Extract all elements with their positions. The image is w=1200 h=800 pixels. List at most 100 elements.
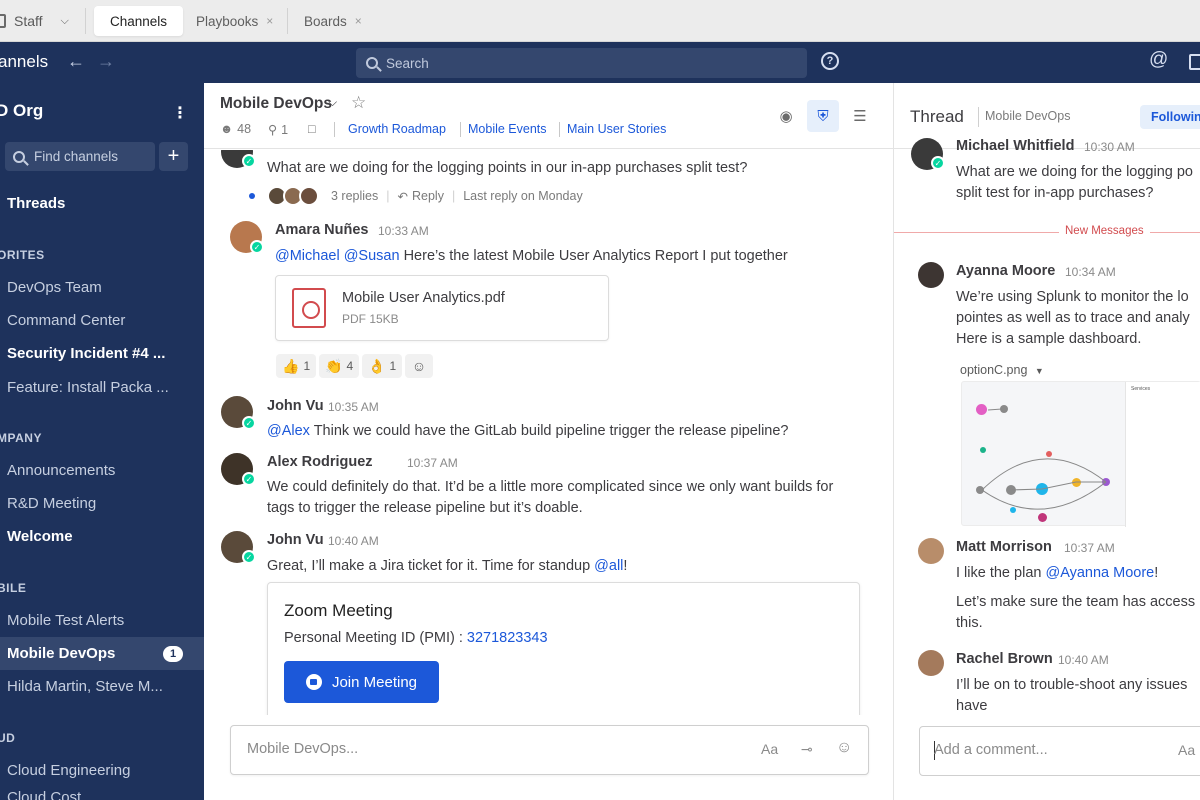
bookmark-growth-roadmap[interactable]: Growth Roadmap	[348, 122, 446, 136]
timestamp[interactable]: 10:37 AM	[1064, 541, 1115, 555]
shield-icon[interactable]: ⛨	[807, 100, 839, 132]
formatting-icon[interactable]: Aa	[761, 741, 778, 757]
back-arrow-icon[interactable]: ←	[67, 51, 85, 72]
message-text: @Alex Think we could have the GitLab bui…	[267, 423, 789, 439]
channel-header: Mobile DevOps ⌵ ☆ ☻ 48 ⚲ 1 □ Growth Roadma…	[204, 83, 894, 149]
close-icon[interactable]: ×	[355, 14, 362, 28]
username[interactable]: Ayanna Moore	[956, 263, 1055, 279]
username[interactable]: John Vu	[267, 532, 324, 548]
help-icon[interactable]: ?	[821, 52, 839, 70]
mention[interactable]: @Alex	[267, 423, 310, 439]
attachment-name[interactable]: optionC.png ▼	[960, 363, 1044, 377]
tab-playbooks[interactable]: Playbooks ×	[180, 6, 289, 36]
search-input[interactable]: Search	[356, 48, 807, 78]
thread-reply-input[interactable]: Add a comment... Aa	[919, 726, 1200, 776]
divider	[334, 122, 335, 137]
thread-channel[interactable]: Mobile DevOps	[985, 109, 1070, 123]
image-attachment[interactable]: Services	[961, 381, 1200, 527]
sidebar-item-cloud-cost[interactable]: Cloud Cost...	[0, 787, 204, 800]
mention-icon[interactable]: @	[1149, 49, 1168, 71]
chevron-down-icon[interactable]: ⌵	[328, 95, 337, 110]
pinned-count[interactable]: ⚲ 1	[268, 122, 288, 138]
reaction-clap[interactable]: 👏 4	[319, 354, 360, 378]
category-mobile[interactable]: BILE	[0, 581, 26, 595]
find-channels-input[interactable]: Find channels	[5, 142, 155, 171]
bookmark-main-user-stories[interactable]: Main User Stories	[567, 122, 666, 136]
username[interactable]: Matt Morrison	[956, 539, 1052, 555]
call-icon[interactable]: ◉	[770, 100, 802, 132]
forward-arrow-icon[interactable]: →	[97, 51, 115, 72]
file-size: PDF 15KB	[342, 312, 399, 326]
sidebar-item-mobile-test-alerts[interactable]: Mobile Test Alerts	[0, 604, 204, 637]
sidebar-item-security-incident[interactable]: Security Incident #4 ...	[0, 337, 204, 370]
caret-down-icon: ▼	[1034, 366, 1044, 376]
formatting-icon[interactable]: Aa	[1178, 742, 1195, 758]
mention[interactable]: @all	[594, 558, 623, 574]
team-switcher[interactable]: Staff ⌵	[0, 0, 69, 42]
sidebar-item-devops-team[interactable]: DevOps Team	[0, 271, 204, 304]
sidebar-item-hilda-martin[interactable]: Hilda Martin, Steve M...	[0, 670, 204, 703]
message-text: We could definitely do that. It’d be a l…	[267, 479, 834, 495]
username[interactable]: Alex Rodriguez	[267, 454, 373, 470]
avatar[interactable]	[918, 538, 944, 564]
channel-info-icon[interactable]: ☰	[844, 100, 876, 132]
emoji-icon[interactable]: ☺	[836, 739, 852, 757]
timestamp[interactable]: 10:30 AM	[1084, 140, 1135, 154]
username[interactable]: John Vu	[267, 398, 324, 414]
timestamp[interactable]: 10:40 AM	[1058, 653, 1109, 667]
timestamp[interactable]: 10:34 AM	[1065, 265, 1116, 279]
meeting-id: Personal Meeting ID (PMI) : 3271823343	[284, 630, 548, 646]
reply-link[interactable]: Reply	[412, 189, 444, 203]
thread-summary[interactable]: 3 replies | ↶ Reply | Last reply on Mond…	[249, 186, 583, 206]
timestamp[interactable]: 10:35 AM	[328, 400, 379, 414]
sidebar-item-welcome[interactable]: Welcome	[0, 520, 204, 553]
reaction-thumbs-up[interactable]: 👍 1	[276, 354, 317, 378]
meeting-id-link[interactable]: 3271823343	[467, 630, 548, 646]
username[interactable]: Amara Nuñes	[275, 222, 368, 238]
timestamp[interactable]: 10:33 AM	[378, 224, 429, 238]
add-channel-button[interactable]: +	[159, 142, 188, 171]
sidebar-item-mobile-devops[interactable]: Mobile DevOps 1	[0, 637, 204, 670]
timestamp[interactable]: 10:37 AM	[407, 456, 458, 470]
sidebar-item-rd-meeting[interactable]: R&D Meeting	[0, 487, 204, 520]
reply-icon[interactable]: ↶	[398, 189, 408, 204]
member-count[interactable]: ☻ 48	[220, 122, 251, 136]
tab-channels[interactable]: Channels	[94, 6, 184, 36]
message-input[interactable]: Mobile DevOps... Aa ⊸ ☺	[230, 725, 869, 775]
more-menu-icon[interactable]: ⋮	[172, 103, 188, 123]
channel-title[interactable]: Mobile DevOps	[220, 95, 332, 113]
reaction-ok-hand[interactable]: 👌 1	[362, 354, 403, 378]
tab-boards[interactable]: Boards ×	[288, 6, 378, 36]
services-label: Services	[1131, 386, 1151, 392]
message-text: have	[956, 698, 988, 714]
attachment-icon[interactable]: ⊸	[801, 741, 813, 758]
sidebar-item-command-center[interactable]: Command Center	[0, 304, 204, 337]
star-icon[interactable]: ☆	[351, 93, 366, 113]
sidebar-item-cloud-engineering[interactable]: Cloud Engineering	[0, 754, 204, 787]
file-attachment[interactable]: Mobile User Analytics.pdf PDF 15KB	[275, 275, 609, 341]
following-button[interactable]: Following	[1140, 105, 1200, 129]
username[interactable]: Rachel Brown	[956, 651, 1053, 667]
sidebar-item-announcements[interactable]: Announcements	[0, 454, 204, 487]
timestamp[interactable]: 10:40 AM	[328, 534, 379, 548]
saved-icon[interactable]	[1189, 54, 1200, 70]
mention[interactable]: @Michael @Susan	[275, 248, 400, 264]
join-meeting-button[interactable]: Join Meeting	[284, 661, 439, 703]
avatar[interactable]	[918, 650, 944, 676]
category-cloud[interactable]: UD	[0, 731, 15, 745]
username[interactable]: Michael Whitfield	[956, 138, 1074, 154]
add-reaction-icon[interactable]: ☺	[405, 354, 433, 378]
team-name[interactable]: D Org	[0, 101, 43, 121]
mention[interactable]: @Ayanna Moore	[1045, 565, 1154, 581]
ok-hand-icon: 👌	[368, 357, 386, 374]
reply-count[interactable]: 3 replies	[331, 189, 378, 203]
sidebar-item-threads[interactable]: Threads	[0, 187, 204, 220]
global-header: annels ← → Search ? @	[0, 42, 1200, 83]
files-icon[interactable]: □	[308, 122, 316, 136]
bookmark-mobile-events[interactable]: Mobile Events	[468, 122, 547, 136]
category-company[interactable]: MPANY	[0, 431, 42, 445]
sidebar-item-feature-install[interactable]: Feature: Install Packa ...	[0, 371, 204, 404]
category-favorites[interactable]: ORITES	[0, 248, 45, 262]
avatar[interactable]	[918, 262, 944, 288]
close-icon[interactable]: ×	[266, 14, 273, 28]
